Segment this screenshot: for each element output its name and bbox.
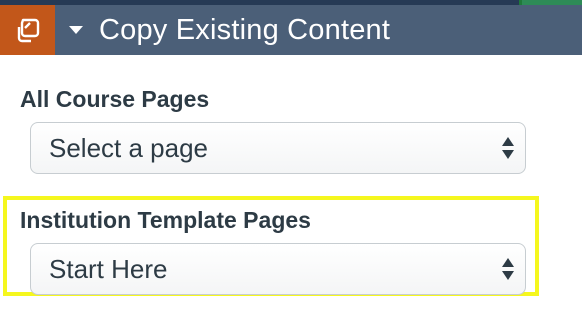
all-course-pages-selected-value: Select a page [49,132,209,163]
all-course-pages-label: All Course Pages [20,86,210,112]
institution-template-pages-selected-value: Start Here [49,253,168,284]
select-arrows-icon [502,258,514,280]
select-arrows-icon [502,137,514,159]
institution-template-pages-label: Institution Template Pages [20,207,311,233]
copy-icon [0,5,55,55]
panel-title: Copy Existing Content [99,13,391,46]
all-course-pages-select[interactable]: Select a page [30,122,526,174]
institution-template-pages-select[interactable]: Start Here [30,243,526,295]
caret-down-icon[interactable] [69,26,83,34]
copy-content-panel-header[interactable]: Copy Existing Content [0,5,582,55]
